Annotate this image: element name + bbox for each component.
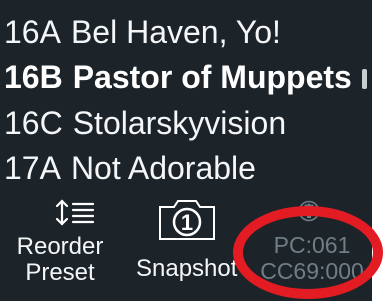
reorder-preset-button[interactable]: Reorder Preset — [8, 196, 138, 301]
annotation-circle — [233, 206, 383, 299]
scrollbar-thumb[interactable] — [362, 69, 367, 89]
snapshot-button[interactable]: 1 Snapshot — [136, 196, 246, 301]
preset-number: 16B — [4, 59, 63, 95]
preset-number: 17A — [4, 150, 61, 186]
reorder-label: Reorder — [16, 233, 104, 260]
preset-name: Bel Haven, Yo! — [70, 14, 281, 50]
preset-number: 16C — [4, 105, 63, 141]
reorder-icon — [55, 199, 95, 226]
preset-row-selected[interactable]: 16B Pastor of Muppets — [4, 55, 352, 99]
preset-name: Pastor of Muppets — [72, 59, 352, 95]
preset-label: Preset — [25, 259, 95, 286]
preset-row[interactable]: 16C Stolarskyvision — [4, 101, 286, 145]
snapshot-label: Snapshot — [136, 256, 238, 282]
preset-row[interactable]: 17A Not Adorable — [4, 146, 256, 190]
preset-name: Stolarskyvision — [72, 105, 287, 141]
preset-number: 16A — [4, 14, 61, 50]
preset-name: Not Adorable — [70, 150, 256, 186]
snapshot-number: 1 — [181, 210, 193, 235]
camera-icon: 1 — [159, 200, 215, 240]
preset-row[interactable]: 16A Bel Haven, Yo! — [4, 10, 281, 54]
